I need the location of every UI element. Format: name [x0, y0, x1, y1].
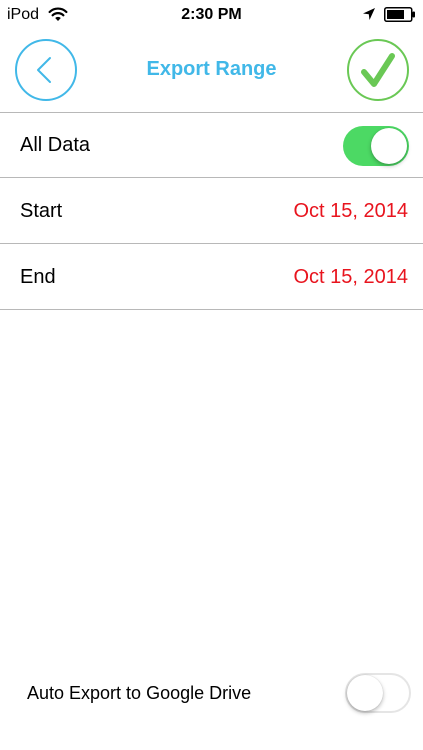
toggle-knob — [347, 675, 383, 711]
start-label: Start — [20, 200, 63, 222]
checkmark-icon — [361, 53, 395, 87]
status-time: 2:30 PM — [181, 6, 242, 23]
toggle-knob — [371, 128, 407, 164]
all-data-row: All Data — [0, 113, 423, 178]
end-row[interactable]: End Oct 15, 2014 — [0, 245, 423, 310]
all-data-label: All Data — [20, 134, 91, 156]
start-row[interactable]: Start Oct 15, 2014 — [0, 179, 423, 244]
all-data-toggle[interactable] — [343, 126, 409, 166]
location-arrow-icon — [362, 7, 376, 21]
done-button[interactable] — [347, 39, 409, 101]
auto-export-toggle[interactable] — [345, 673, 411, 713]
auto-export-label: Auto Export to Google Drive — [27, 683, 252, 703]
end-label: End — [20, 266, 56, 288]
battery-icon — [384, 7, 416, 22]
start-date-value[interactable]: Oct 15, 2014 — [293, 179, 408, 244]
end-date-value[interactable]: Oct 15, 2014 — [293, 245, 408, 310]
status-bar: iPod 2:30 PM — [0, 0, 423, 30]
divider — [0, 177, 423, 178]
divider — [0, 309, 423, 310]
nav-bar: Export Range — [0, 30, 423, 112]
divider — [0, 243, 423, 244]
